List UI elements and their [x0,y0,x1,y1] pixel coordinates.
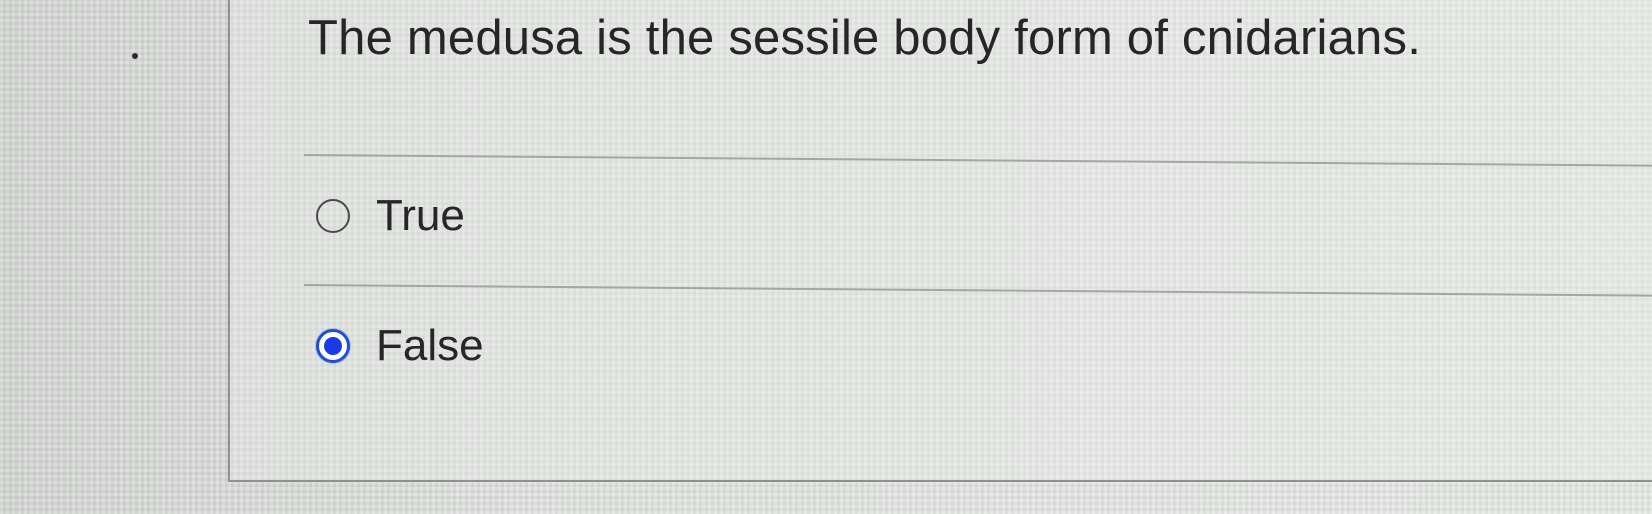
option-label-false: False [376,321,484,370]
answer-option-true[interactable]: True [316,194,465,238]
divider [303,154,1652,167]
option-label-true: True [376,191,465,240]
divider [303,284,1652,297]
answer-option-false[interactable]: False [316,324,484,368]
radio-button-false[interactable] [316,329,350,363]
question-card: The medusa is the sessile body form of c… [228,0,1652,482]
bullet-marker [132,53,138,59]
radio-button-true[interactable] [316,199,350,233]
page-margin [0,0,228,514]
question-text: The medusa is the sessile body form of c… [308,11,1422,65]
